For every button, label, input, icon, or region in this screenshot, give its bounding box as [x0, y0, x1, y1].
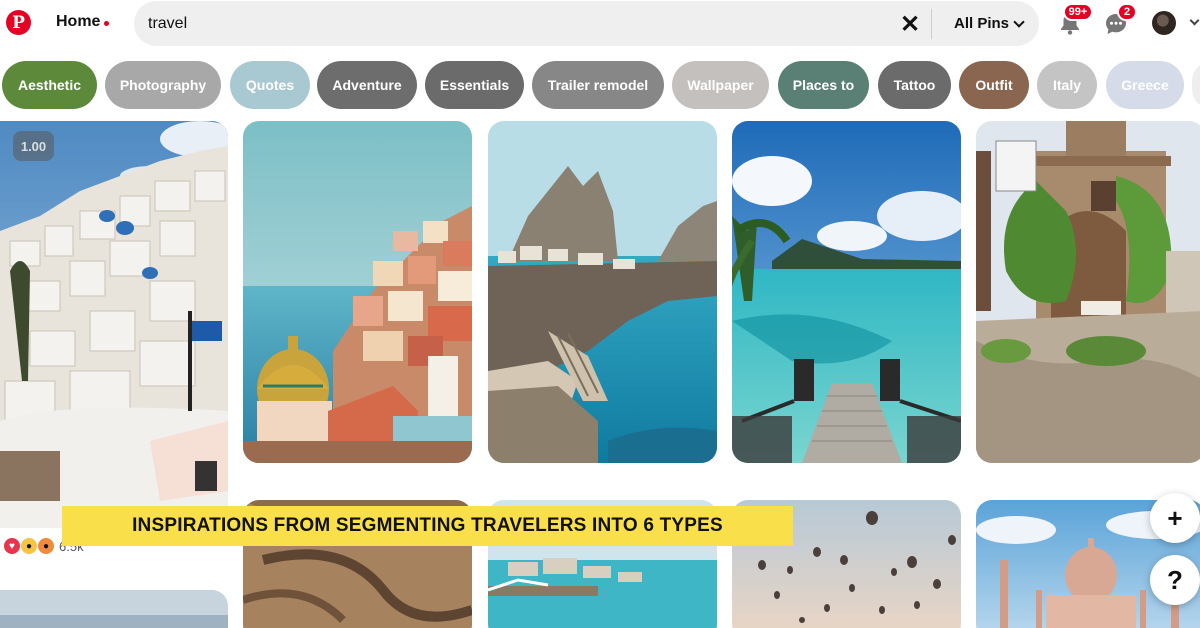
pill-outfit[interactable]: Outfit	[959, 61, 1029, 109]
duration-badge: 1.00	[13, 131, 54, 161]
pill-quotes[interactable]: Quotes	[230, 61, 310, 109]
pinterest-logo[interactable]: P	[6, 10, 31, 35]
pill-places-to[interactable]: Places to	[778, 61, 869, 109]
search-divider	[931, 9, 932, 39]
user-avatar[interactable]	[1152, 11, 1176, 35]
notifications-badge: 99+	[1063, 3, 1093, 21]
pill-adventure[interactable]: Adventure	[317, 61, 417, 109]
top-navigation-bar: P Home ✕ All Pins 99+ 2	[0, 0, 1200, 48]
account-chevron-down-icon[interactable]	[1189, 15, 1200, 26]
heart-reaction-icon: ♥	[4, 538, 20, 554]
surprised-reaction-icon: ●	[21, 538, 37, 554]
messages-badge: 2	[1117, 3, 1137, 21]
search-bar: ✕ All Pins	[134, 1, 1039, 46]
wow-reaction-icon: ●	[38, 538, 54, 554]
pill-wallpaper[interactable]: Wallpaper	[672, 61, 769, 109]
add-pin-button[interactable]: +	[1150, 493, 1200, 543]
all-pins-dropdown[interactable]: All Pins	[954, 15, 1025, 32]
pin-santorini[interactable]	[0, 121, 228, 528]
pill-photography[interactable]: Photography	[105, 61, 221, 109]
help-button[interactable]: ?	[1150, 555, 1200, 605]
pill-italy[interactable]: Italy	[1037, 61, 1097, 109]
pin-tropical-pier[interactable]	[732, 121, 961, 463]
home-indicator-dot	[104, 21, 109, 26]
clear-search-icon[interactable]: ✕	[898, 11, 922, 38]
pill-more-partial[interactable]	[1192, 61, 1200, 109]
search-input[interactable]	[148, 12, 848, 36]
category-pills-row: Aesthetic Photography Quotes Adventure E…	[0, 61, 1200, 109]
pill-aesthetic[interactable]: Aesthetic	[2, 61, 97, 109]
pill-tattoo[interactable]: Tattoo	[878, 61, 951, 109]
pin-bottom-left-partial[interactable]	[0, 590, 228, 628]
home-tab[interactable]: Home	[56, 13, 100, 31]
all-pins-label: All Pins	[954, 15, 1010, 32]
pin-capri-coast[interactable]	[488, 121, 717, 463]
pill-essentials[interactable]: Essentials	[425, 61, 524, 109]
pin-stone-village[interactable]	[976, 121, 1200, 463]
caption-banner: INSPIRATIONS FROM SEGMENTING TRAVELERS I…	[62, 506, 793, 546]
pin-positano[interactable]	[243, 121, 472, 463]
pill-greece[interactable]: Greece	[1106, 61, 1184, 109]
pill-trailer-remodel[interactable]: Trailer remodel	[532, 61, 664, 109]
chevron-down-icon	[1013, 15, 1025, 28]
